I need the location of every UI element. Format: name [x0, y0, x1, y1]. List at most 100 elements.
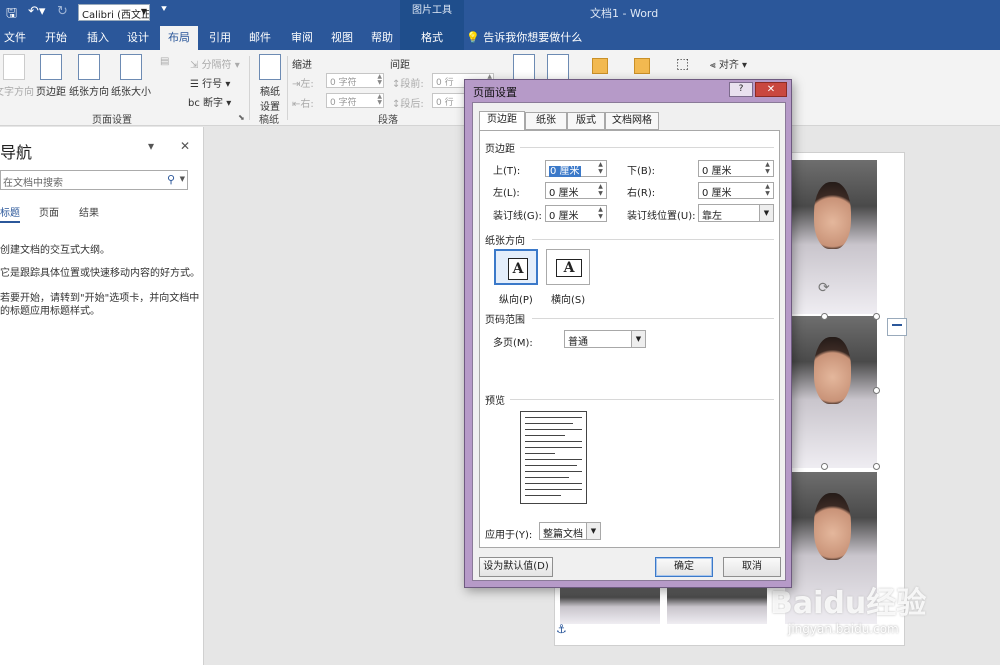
undo-icon[interactable]: ↶▾ — [28, 4, 45, 19]
portrait-button[interactable]: A — [494, 249, 538, 285]
top-margin-value: 0 厘米 — [549, 166, 581, 177]
right-margin-value: 0 厘米 — [702, 188, 732, 199]
landscape-icon: A — [556, 259, 582, 277]
redo-icon[interactable]: ↻ — [57, 4, 68, 19]
indent-right-input[interactable]: 0 字符 ▲ ▼ — [326, 93, 384, 108]
close-icon[interactable]: ✕ — [180, 139, 190, 153]
tab-review[interactable]: 审阅 — [286, 26, 318, 50]
rotate-handle-icon[interactable]: ⟳ — [818, 280, 830, 296]
spinner-icon[interactable]: ▲▼ — [763, 183, 772, 197]
indent-header: 缩进 — [292, 60, 312, 71]
line-numbers-button[interactable]: ☰ 行号 ▾ — [190, 75, 230, 90]
search-icon[interactable]: ⚲ — [167, 173, 175, 186]
tab-view[interactable]: 视图 — [326, 26, 358, 50]
left-margin-input[interactable]: 0 厘米 ▲ ▼ — [545, 182, 607, 199]
wrap-text-icon — [547, 54, 569, 80]
preview-section-label: 预览 — [485, 396, 505, 407]
breaks-icon: ⇲ — [190, 60, 202, 71]
tab-margins[interactable]: 页边距 — [479, 111, 525, 131]
close-icon[interactable]: ✕ — [755, 82, 787, 97]
align-button[interactable]: ⫷ 对齐 ▾ — [710, 56, 747, 71]
tab-references[interactable]: 引用 — [204, 26, 236, 50]
tab-file[interactable]: 文件 — [0, 26, 30, 50]
cancel-button[interactable]: 取消 — [723, 557, 781, 577]
chevron-down-icon: ▼ — [586, 523, 600, 539]
bring-forward-icon[interactable] — [592, 58, 608, 74]
tab-format[interactable]: 格式 — [400, 26, 464, 50]
top-margin-input[interactable]: 0 厘米 ▲ ▼ — [545, 160, 607, 177]
resize-handle[interactable] — [873, 387, 880, 394]
bottom-margin-input[interactable]: 0 厘米 ▲ ▼ — [698, 160, 774, 177]
resize-handle[interactable] — [873, 463, 880, 470]
spinner-icon[interactable]: ▲▼ — [763, 161, 772, 175]
nav-tab-pages[interactable]: 页面 — [39, 204, 59, 219]
pane-options-icon[interactable]: ▾ — [148, 139, 154, 153]
text-direction-button[interactable]: 文字方向 — [0, 54, 34, 98]
photo-subject — [814, 181, 852, 250]
size-button[interactable]: 纸张大小 — [110, 54, 152, 98]
ok-button[interactable]: 确定 — [655, 557, 713, 577]
spinner-icon[interactable]: ▲▼ — [596, 183, 605, 197]
right-margin-label: 右(R): — [627, 188, 656, 199]
hyphenation-label: 断字 — [203, 98, 224, 109]
orientation-button[interactable]: 纸张方向 — [68, 54, 110, 98]
resize-handle[interactable] — [873, 313, 880, 320]
spinner-icon[interactable]: ▲▼ — [596, 161, 605, 175]
resize-handle[interactable] — [821, 313, 828, 320]
anchor-icon: ⚓ — [556, 622, 567, 636]
apply-to-select[interactable]: 整篇文档 ▼ — [539, 522, 601, 540]
spacing-header: 间距 — [390, 60, 410, 71]
chevron-down-icon[interactable]: ▼ — [180, 175, 185, 183]
selection-pane-icon[interactable]: ⬚ — [676, 56, 689, 72]
gutter-position-select[interactable]: 靠左 ▼ — [698, 204, 774, 222]
tab-doc-grid[interactable]: 文档网格 — [605, 112, 659, 130]
spinner-icon[interactable]: ▲▼ — [596, 206, 605, 220]
nav-tab-results[interactable]: 结果 — [79, 204, 99, 219]
photo-fragment[interactable] — [667, 586, 767, 624]
save-icon[interactable]: 🖫 — [6, 4, 17, 26]
nav-search-input[interactable]: 在文档中搜索 ⚲ ▼ — [0, 170, 188, 190]
indent-left-input[interactable]: 0 字符 ▲ ▼ — [326, 73, 384, 88]
breaks-button[interactable]: ⇲ 分隔符 ▾ — [190, 56, 240, 71]
nav-tab-headings[interactable]: 标题 — [0, 204, 20, 223]
right-margin-input[interactable]: 0 厘米 ▲ ▼ — [698, 182, 774, 199]
gutter-input[interactable]: 0 厘米 ▲ ▼ — [545, 205, 607, 222]
hyphenation-button[interactable]: bc 断字 ▾ — [188, 94, 231, 109]
font-name-combo[interactable]: Calibri (西文正 ▼ — [78, 4, 150, 21]
columns-icon[interactable]: ▤ — [160, 56, 169, 67]
photo-selected[interactable] — [785, 316, 877, 468]
draft-group-label: 稿纸 — [259, 115, 279, 126]
customize-qat-icon[interactable]: ⯆ — [160, 4, 168, 15]
tab-layout[interactable]: 版式 — [567, 112, 605, 130]
line-numbers-icon: ☰ — [190, 79, 203, 90]
page-setup-launcher-icon[interactable]: ⬊ — [238, 113, 245, 122]
tab-mailings[interactable]: 邮件 — [244, 26, 276, 50]
text-direction-label: 文字方向 — [0, 87, 34, 98]
tab-help[interactable]: 帮助 — [366, 26, 398, 50]
gutter-position-value: 靠左 — [702, 211, 722, 222]
tab-home[interactable]: 开始 — [40, 26, 72, 50]
tab-insert[interactable]: 插入 — [82, 26, 114, 50]
photo-top[interactable] — [785, 160, 877, 314]
spinner-icon[interactable]: ▲▼ — [377, 74, 382, 86]
resize-handle[interactable] — [821, 463, 828, 470]
set-default-button[interactable]: 设为默认值(D) — [479, 557, 553, 577]
orientation-section-label: 纸张方向 — [485, 236, 525, 247]
navigation-pane: 导航 ▾ ✕ 在文档中搜索 ⚲ ▼ 标题 页面 结果 创建文档的交互式大纲。 它… — [0, 127, 204, 665]
help-icon[interactable]: ? — [729, 82, 753, 97]
paragraph-group-label: 段落 — [378, 115, 398, 126]
spinner-icon[interactable]: ▲▼ — [377, 94, 382, 106]
photo-fragment[interactable] — [560, 586, 660, 624]
send-backward-icon[interactable] — [634, 58, 650, 74]
landscape-button[interactable]: A — [546, 249, 590, 285]
draft-paper-icon — [259, 54, 281, 80]
tab-design[interactable]: 设计 — [122, 26, 154, 50]
nav-help-line: 它是跟踪具体位置或快速移动内容的好方式。 — [0, 268, 200, 279]
tab-layout[interactable]: 布局 — [160, 26, 198, 50]
draft-paper-button[interactable]: 稿纸 设置 — [256, 54, 284, 113]
margins-button[interactable]: 页边距 — [34, 54, 68, 98]
tab-paper[interactable]: 纸张 — [525, 112, 567, 130]
layout-options-icon[interactable] — [887, 318, 907, 336]
multiple-pages-select[interactable]: 普通 ▼ — [564, 330, 646, 348]
tell-me-box[interactable]: 💡 告诉我你想要做什么 — [466, 26, 582, 50]
